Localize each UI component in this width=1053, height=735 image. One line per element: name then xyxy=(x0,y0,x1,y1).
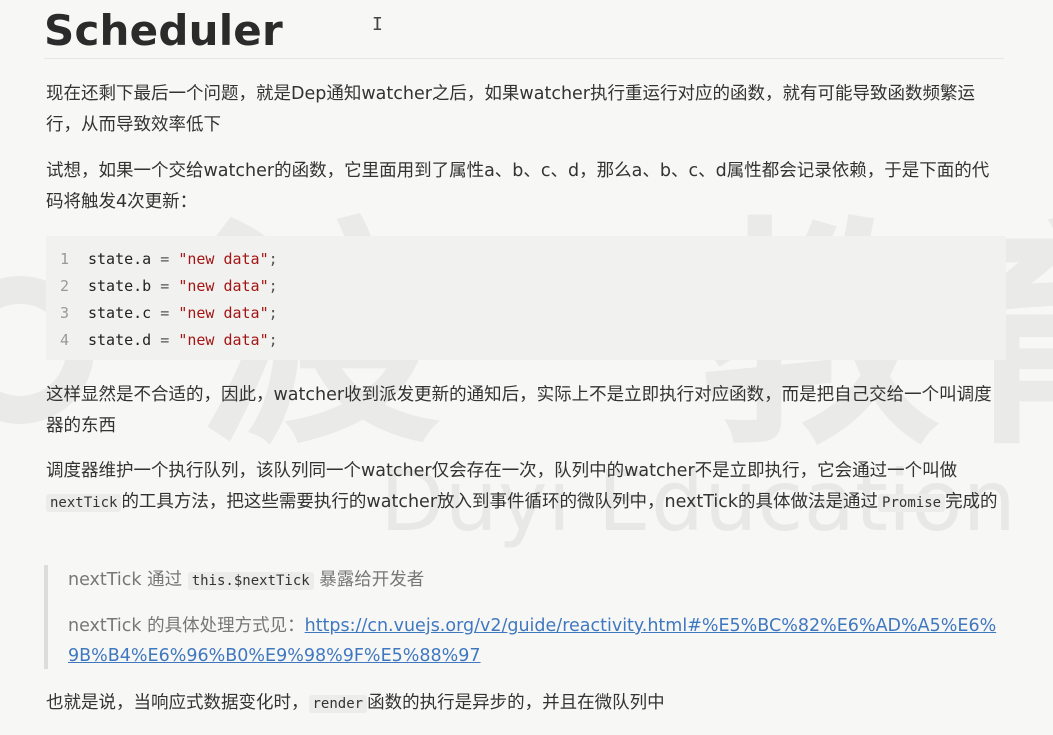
paragraph-scheduler-reason: 这样显然是不合适的，因此，watcher收到派发更新的通知后，实际上不是立即执行… xyxy=(46,385,992,436)
code-operator: = xyxy=(151,304,179,322)
code-string: "new data" xyxy=(178,304,269,322)
quote-text: nextTick 通过 xyxy=(68,570,183,590)
code-string: "new data" xyxy=(178,250,269,268)
line-number: 3 xyxy=(59,304,69,322)
page-title: Scheduler xyxy=(44,6,283,55)
inline-code-nexttick: nextTick xyxy=(46,494,122,512)
code-line: 4 state.d = "new data"; xyxy=(46,327,278,354)
code-identifier: state.b xyxy=(88,277,152,295)
inline-code-this-nexttick: this.$nextTick xyxy=(187,572,314,590)
paragraph-text: 也就是说，当响应式数据变化时， xyxy=(46,693,309,713)
line-number: 4 xyxy=(59,331,69,349)
code-line: 1 state.a = "new data"; xyxy=(46,246,278,273)
code-semicolon: ; xyxy=(268,331,278,349)
code-operator: = xyxy=(151,331,179,349)
blockquote: nextTick 通过 this.$nextTick 暴露给开发者 nextTi… xyxy=(44,565,1010,669)
code-semicolon: ; xyxy=(268,277,278,295)
code-operator: = xyxy=(151,277,179,295)
blockquote-line-2: nextTick 的具体处理方式见：https://cn.vuejs.org/v… xyxy=(68,611,998,671)
code-block: 1 state.a = "new data"; 2 state.b = "new d… xyxy=(46,236,1006,360)
paragraph-intro: 现在还剩下最后一个问题，就是Dep通知watcher之后，如果watcher执行… xyxy=(46,84,975,135)
code-string: "new data" xyxy=(178,277,269,295)
code-line: 2 state.b = "new data"; xyxy=(46,273,278,300)
paragraph-text: 完成的 xyxy=(945,492,998,512)
code-identifier: state.d xyxy=(88,331,152,349)
code-identifier: state.a xyxy=(88,250,152,268)
line-number: 2 xyxy=(59,277,69,295)
line-number: 1 xyxy=(59,250,69,268)
quote-text: nextTick 的具体处理方式见： xyxy=(68,616,305,636)
paragraph-text: 的工具方法，把这些需要执行的watcher放入到事件循环的微队列中，nextTi… xyxy=(121,492,879,512)
code-line: 3 state.c = "new data"; xyxy=(46,300,278,327)
text-cursor-icon: I xyxy=(372,14,383,35)
code-identifier: state.c xyxy=(88,304,152,322)
code-semicolon: ; xyxy=(268,304,278,322)
code-string: "new data" xyxy=(178,331,269,349)
code-operator: = xyxy=(151,250,179,268)
inline-code-render: render xyxy=(308,695,368,713)
paragraph-text: 函数的执行是异步的，并且在微队列中 xyxy=(367,693,665,713)
quote-text: 暴露给开发者 xyxy=(319,570,425,590)
document-page: Scheduler I 现在还剩下最后一个问题，就是Dep通知watcher之后… xyxy=(0,0,1053,735)
paragraph-text: 调度器维护一个执行队列，该队列同一个watcher仅会存在一次，队列中的watc… xyxy=(46,461,958,481)
code-semicolon: ; xyxy=(268,250,278,268)
heading-divider xyxy=(44,58,1004,59)
inline-code-promise: Promise xyxy=(878,494,946,512)
paragraph-conclusion: 也就是说，当响应式数据变化时， render 函数的执行是异步的，并且在微队列中 xyxy=(46,688,1006,720)
blockquote-line-1: nextTick 通过 this.$nextTick 暴露给开发者 xyxy=(68,565,998,596)
paragraph-example: 试想，如果一个交给watcher的函数，它里面用到了属性a、b、c、d，那么a、… xyxy=(46,161,990,212)
paragraph-scheduler-detail: 调度器维护一个执行队列，该队列同一个watcher仅会存在一次，队列中的watc… xyxy=(46,456,1006,519)
